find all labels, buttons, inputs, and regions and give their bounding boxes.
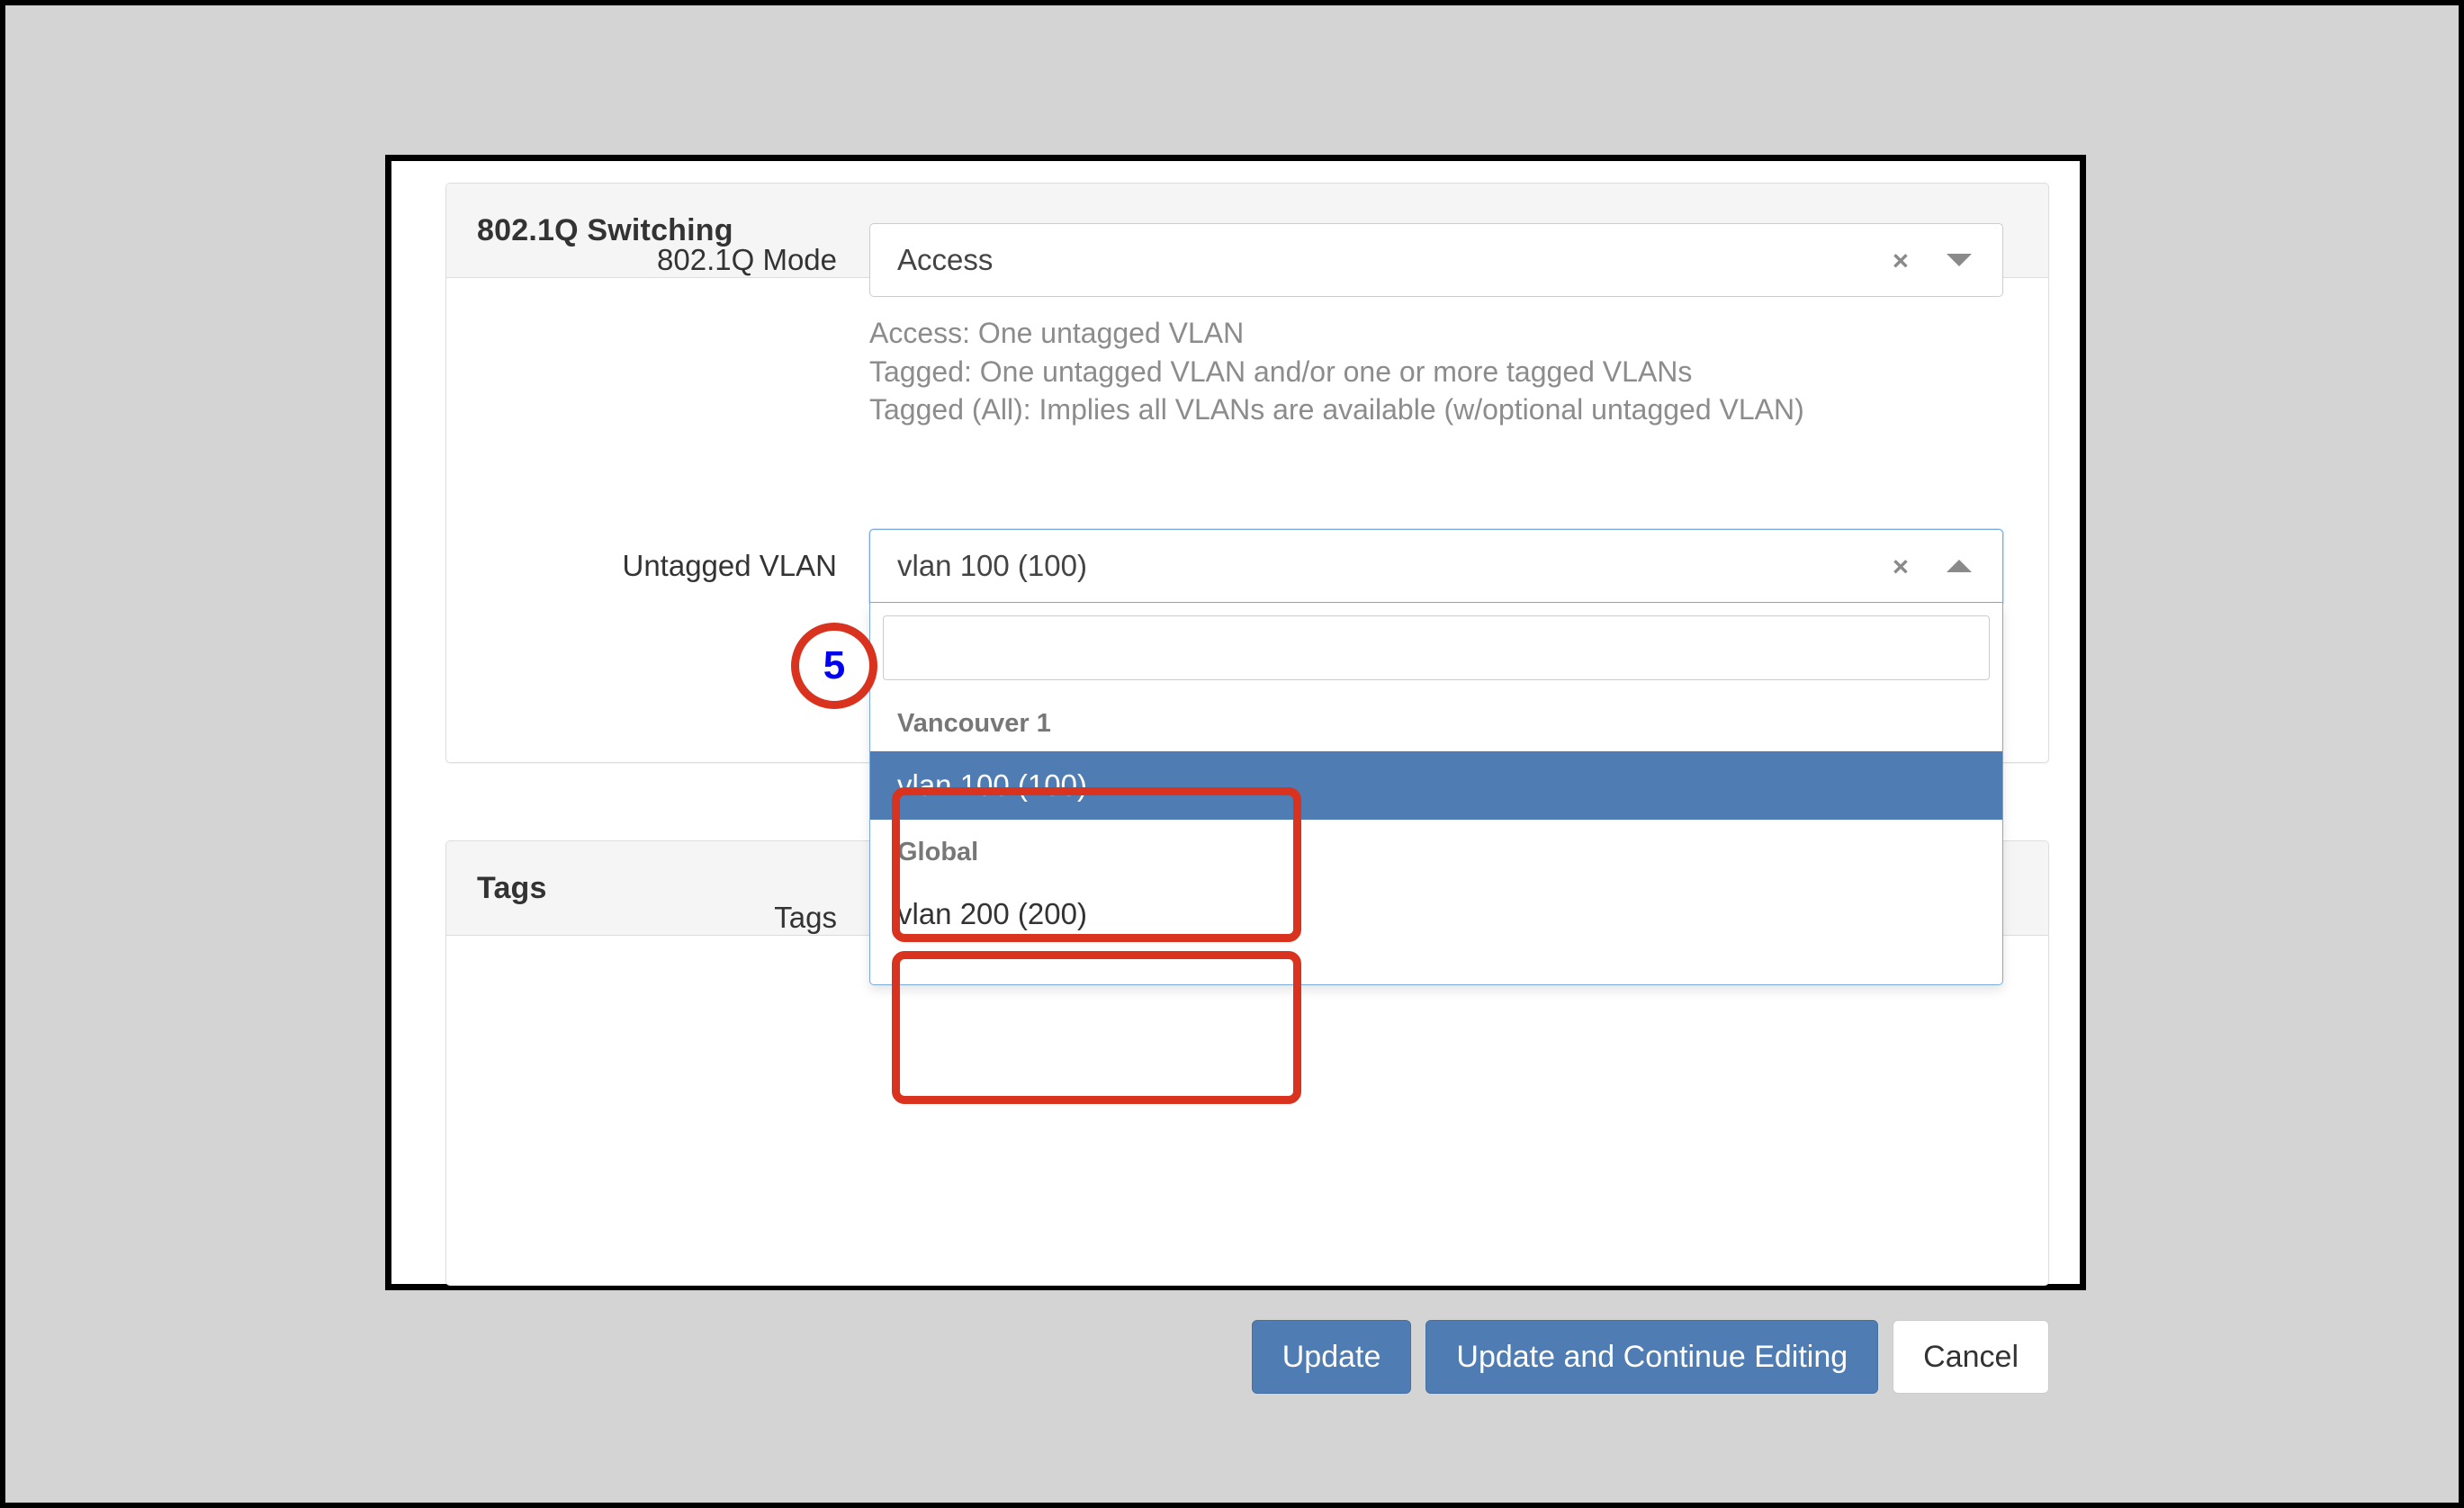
card-8021q-switching: 802.1Q Switching 802.1Q Mode Access × Ac… [445,183,2049,985]
select-8021q-mode-icons: × [1893,247,1984,274]
dropdown-untagged-vlan: Vancouver 1 vlan 100 (100) Global vlan 2… [869,603,2003,985]
row-8021q-mode: 802.1Q Mode Access × Access: One untagge… [446,223,2003,429]
label-8021q-mode: 802.1Q Mode [657,243,837,276]
screenshot-root: 802.1Q Switching 802.1Q Mode Access × Ac… [0,0,2464,1508]
select-untagged-vlan[interactable]: vlan 100 (100) × [869,529,2003,603]
clear-icon[interactable]: × [1893,552,1909,580]
app-window-frame: 802.1Q Switching 802.1Q Mode Access × Ac… [385,155,2086,1394]
update-and-continue-editing-button[interactable]: Update and Continue Editing [1425,1320,1879,1394]
control-untagged-vlan: vlan 100 (100) × Vancouver 1 vlan 100 (1… [869,529,2003,985]
dropdown-bottom-padding [870,948,2002,984]
help-line-access: Access: One untagged VLAN [869,317,1245,349]
dropdown-option-vlan-100[interactable]: vlan 100 (100) [870,751,2002,820]
select-8021q-mode-value: Access [897,243,994,276]
footer-actions: Update Update and Continue Editing Cance… [445,1320,2049,1394]
help-line-tagged-all: Tagged (All): Implies all VLANs are avai… [869,393,1804,426]
label-tags: Tags [774,901,837,934]
chevron-down-icon[interactable] [1947,254,1972,266]
clear-icon[interactable]: × [1893,247,1909,274]
dropdown-option-vlan-200[interactable]: vlan 200 (200) [870,880,2002,948]
cancel-button[interactable]: Cancel [1893,1320,2049,1394]
label-untagged-vlan: Untagged VLAN [622,549,838,582]
row-untagged-vlan: Untagged VLAN vlan 100 (100) × Vancouver… [446,529,2003,985]
dropdown-option-list: Vancouver 1 vlan 100 (100) Global vlan 2… [870,691,2002,984]
select-untagged-vlan-value: vlan 100 (100) [897,549,1087,582]
annotation-step-badge: 5 [791,623,877,709]
select-untagged-vlan-icons: × [1893,552,1984,580]
help-text-8021q-mode: Access: One untagged VLAN Tagged: One un… [869,314,2003,429]
dropdown-group-label-vancouver: Vancouver 1 [897,709,1051,738]
update-button[interactable]: Update [1251,1320,1412,1394]
dropdown-search-wrap [870,615,2002,691]
help-line-tagged: Tagged: One untagged VLAN and/or one or … [869,355,1693,388]
dropdown-group-label-global: Global [897,838,979,866]
select-8021q-mode[interactable]: Access × [869,223,2003,297]
control-8021q-mode: Access × Access: One untagged VLAN Tagge… [869,223,2003,429]
chevron-up-icon[interactable] [1947,560,1972,572]
dropdown-search-input[interactable] [883,615,1990,680]
